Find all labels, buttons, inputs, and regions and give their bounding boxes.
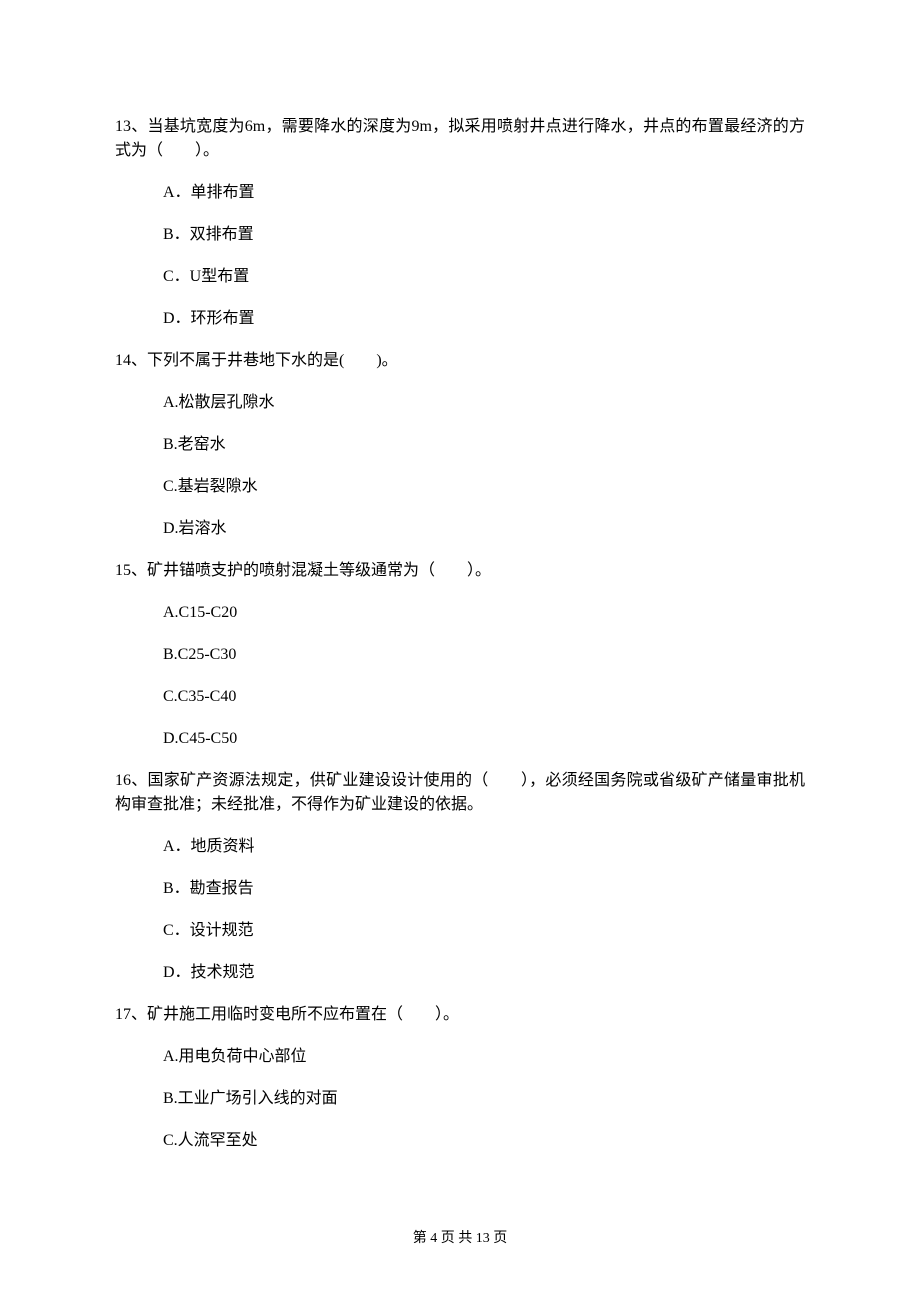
question-option: C.基岩裂隙水	[115, 475, 805, 499]
question-option: A.用电负荷中心部位	[115, 1045, 805, 1069]
question-stem: 17、矿井施工用临时变电所不应布置在（ ）。	[115, 1003, 805, 1027]
question-stem: 13、当基坑宽度为6m，需要降水的深度为9m，拟采用喷射井点进行降水，井点的布置…	[115, 115, 805, 163]
question-option: B.工业广场引入线的对面	[115, 1087, 805, 1111]
question-option: C.C35-C40	[115, 685, 805, 709]
question-option: C．设计规范	[115, 919, 805, 943]
question-option: D．环形布置	[115, 307, 805, 331]
question-option: A．地质资料	[115, 835, 805, 859]
question-option: B.C25-C30	[115, 643, 805, 667]
question-option: A.松散层孔隙水	[115, 391, 805, 415]
question-stem: 14、下列不属于井巷地下水的是( )。	[115, 349, 805, 373]
document-page: 13、当基坑宽度为6m，需要降水的深度为9m，拟采用喷射井点进行降水，井点的布置…	[0, 0, 920, 1302]
question-option: B．勘查报告	[115, 877, 805, 901]
page-footer: 第 4 页 共 13 页	[0, 1228, 920, 1249]
question-stem: 16、国家矿产资源法规定，供矿业建设设计使用的（ ），必须经国务院或省级矿产储量…	[115, 769, 805, 817]
question-option: A．单排布置	[115, 181, 805, 205]
question-option: D.C45-C50	[115, 727, 805, 751]
question-stem: 15、矿井锚喷支护的喷射混凝土等级通常为（ ）。	[115, 559, 805, 583]
question-option: D．技术规范	[115, 961, 805, 985]
question-option: B．双排布置	[115, 223, 805, 247]
question-option: C.人流罕至处	[115, 1129, 805, 1153]
question-option: D.岩溶水	[115, 517, 805, 541]
question-option: C．U型布置	[115, 265, 805, 289]
question-option: B.老窑水	[115, 433, 805, 457]
question-option: A.C15-C20	[115, 601, 805, 625]
